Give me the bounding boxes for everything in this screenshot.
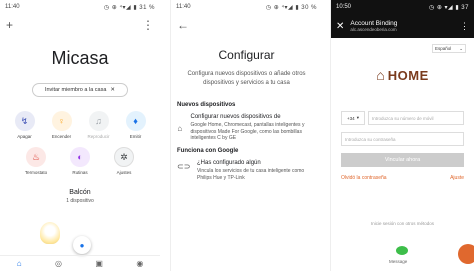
discover-nav-icon[interactable]: ◎ — [55, 259, 62, 268]
setup-new-devices-item[interactable]: ⌂ Configurar nuevos dispositivos de Goog… — [171, 112, 322, 144]
status-bar: 10:50 ◷ ⊕ ▾◢ ▮ 37 — [331, 0, 474, 14]
house-logo-icon: ⌂ — [376, 67, 385, 83]
settings-icon: ✲ — [114, 147, 134, 167]
status-bar: 11:40 ◷ ⊕ ⁴▾◢ ▮ 30 % — [171, 0, 322, 14]
settings-link[interactable]: Ajuste — [450, 175, 464, 181]
home-icon: ⌂ — [177, 124, 183, 133]
brand-logo: ⌂ HOME — [331, 67, 474, 83]
status-icons: ◷ ⊕ ⁴▾◢ ▮ 30 % — [265, 4, 317, 11]
invite-member-chip[interactable]: Invitar miembro a la casa ✕ — [32, 83, 128, 97]
status-bar: 11:40 ◷ ⊕ ⁴▾◢ ▮ 31 % — [0, 0, 160, 14]
action-rutinas[interactable]: ◐ Rutinas — [65, 147, 95, 175]
message-label: Message — [389, 259, 408, 264]
actions-row-2: ♨ Termostato ◐ Rutinas ✲ Ajustes — [0, 147, 160, 175]
action-label: Rutinas — [72, 170, 88, 175]
more-menu-icon[interactable]: ⋮ — [142, 18, 154, 32]
section-new-devices: Nuevos dispositivos — [177, 102, 236, 108]
actions-row-1: ↯ Apagar ♀ Encender ♫ Reproducir ♦ Emiti… — [0, 111, 160, 139]
header-title: Account Binding — [350, 19, 398, 27]
status-time: 11:40 — [176, 4, 191, 10]
home-title: Micasa — [51, 48, 109, 68]
phone-input[interactable]: Introduzca su número de móvil — [368, 111, 464, 125]
language-select[interactable]: Español ⌄ — [432, 44, 466, 53]
forgot-password-link[interactable]: Olvidó la contraseña — [341, 175, 387, 181]
message-icon[interactable] — [396, 246, 408, 255]
music-icon: ♫ — [88, 111, 109, 131]
item-subtitle: Vincula los servicios de tu casa intelig… — [197, 167, 305, 181]
bulb-icon: ♀ — [51, 111, 72, 131]
password-input[interactable]: Introduzca su contraseña — [341, 132, 464, 146]
page-subtitle: Configura nuevos dispositivos o añade ot… — [187, 71, 306, 86]
routines-icon: ◐ — [70, 147, 90, 167]
action-reproducir[interactable]: ♫ Reproducir — [84, 111, 114, 139]
configure-screen: 11:40 ◷ ⊕ ⁴▾◢ ▮ 30 % ← Configurar Config… — [170, 0, 322, 271]
language-value: Español — [435, 46, 452, 51]
action-label: Apagar — [17, 134, 32, 139]
cast-icon: ♦ — [125, 111, 146, 131]
section-works-with-google: Funciona con Google — [177, 148, 239, 155]
status-time: 10:50 — [336, 4, 352, 10]
country-code-select[interactable]: +34 ▾ — [341, 111, 365, 125]
top-bar: + ⋮ — [0, 14, 160, 36]
action-label: Termostato — [24, 170, 48, 175]
dropdown-icon: ▾ — [356, 115, 359, 120]
phone-input-row: +34 ▾ Introduzca su número de móvil — [341, 111, 464, 125]
page-title: Configurar — [218, 48, 275, 62]
room-device-count: 1 dispositivo — [66, 198, 94, 204]
action-label: Emitir — [129, 134, 142, 139]
top-bar: ← — [171, 14, 322, 36]
close-icon[interactable]: ✕ — [110, 87, 115, 93]
country-code: +34 — [347, 115, 355, 121]
link-services-item[interactable]: ⊂⊃ ¿Has configurado algún Vincula los se… — [171, 158, 322, 183]
action-termostato[interactable]: ♨ Termostato — [21, 147, 51, 175]
header-url: alc.ascendeoberia.com — [350, 27, 397, 33]
room-section[interactable]: Balcón 1 dispositivo — [0, 189, 160, 204]
action-label: Reproducir — [87, 134, 110, 139]
link-icon: ⊂⊃ — [177, 162, 191, 172]
action-label: Ajustes — [116, 170, 132, 175]
form-links: Olvidó la contraseña Ajuste — [341, 175, 464, 181]
add-icon[interactable]: + — [6, 18, 13, 32]
lightbulb-device-icon[interactable] — [40, 222, 60, 244]
microphone-icon[interactable]: ● — [73, 236, 91, 254]
close-icon[interactable]: ✕ — [336, 21, 344, 32]
floating-action-button[interactable] — [458, 244, 474, 264]
status-time: 11:40 — [5, 4, 20, 10]
more-menu-icon[interactable]: ⋮ — [460, 21, 469, 32]
media-nav-icon[interactable]: ▣ — [95, 259, 103, 268]
action-emitir[interactable]: ♦ Emitir — [121, 111, 151, 139]
item-title: Configurar nuevos dispositivos de — [190, 114, 281, 120]
item-title: ¿Has configurado algún — [197, 160, 261, 167]
room-name: Balcón — [69, 189, 91, 196]
account-binding-screen: 10:50 ◷ ⊕ ▾◢ ▮ 37 ✕ Account Binding alc.… — [330, 0, 474, 271]
item-subtitle: Google Home, Chromecast, pantallas intel… — [190, 121, 305, 142]
other-methods-text: Inicie sesión con otros métodos — [370, 221, 435, 226]
chevron-down-icon: ⌄ — [459, 45, 463, 51]
account-nav-icon[interactable]: ◉ — [136, 259, 143, 268]
browser-header: ✕ Account Binding alc.ascendeoberia.com … — [331, 14, 474, 38]
action-label: Encender — [51, 134, 72, 139]
google-home-screen: 11:40 ◷ ⊕ ⁴▾◢ ▮ 31 % + ⋮ Micasa Invitar … — [0, 0, 160, 271]
bind-now-button[interactable]: Vincular ahora — [341, 153, 464, 167]
bottom-nav: ⌂ ◎ ▣ ◉ — [0, 255, 160, 271]
status-icons: ◷ ⊕ ▾◢ ▮ 37 — [428, 4, 469, 11]
invite-label: Invitar miembro a la casa — [44, 87, 107, 93]
logo-text: HOME — [387, 67, 429, 83]
status-icons: ◷ ⊕ ⁴▾◢ ▮ 31 % — [103, 4, 155, 11]
action-ajustes[interactable]: ✲ Ajustes — [109, 147, 139, 175]
thermostat-icon: ♨ — [26, 147, 46, 167]
home-nav-icon[interactable]: ⌂ — [17, 259, 22, 268]
action-encender[interactable]: ♀ Encender — [47, 111, 77, 139]
back-arrow-icon[interactable]: ← — [177, 18, 189, 32]
action-apagar[interactable]: ↯ Apagar — [10, 111, 40, 139]
power-off-icon: ↯ — [14, 111, 35, 131]
